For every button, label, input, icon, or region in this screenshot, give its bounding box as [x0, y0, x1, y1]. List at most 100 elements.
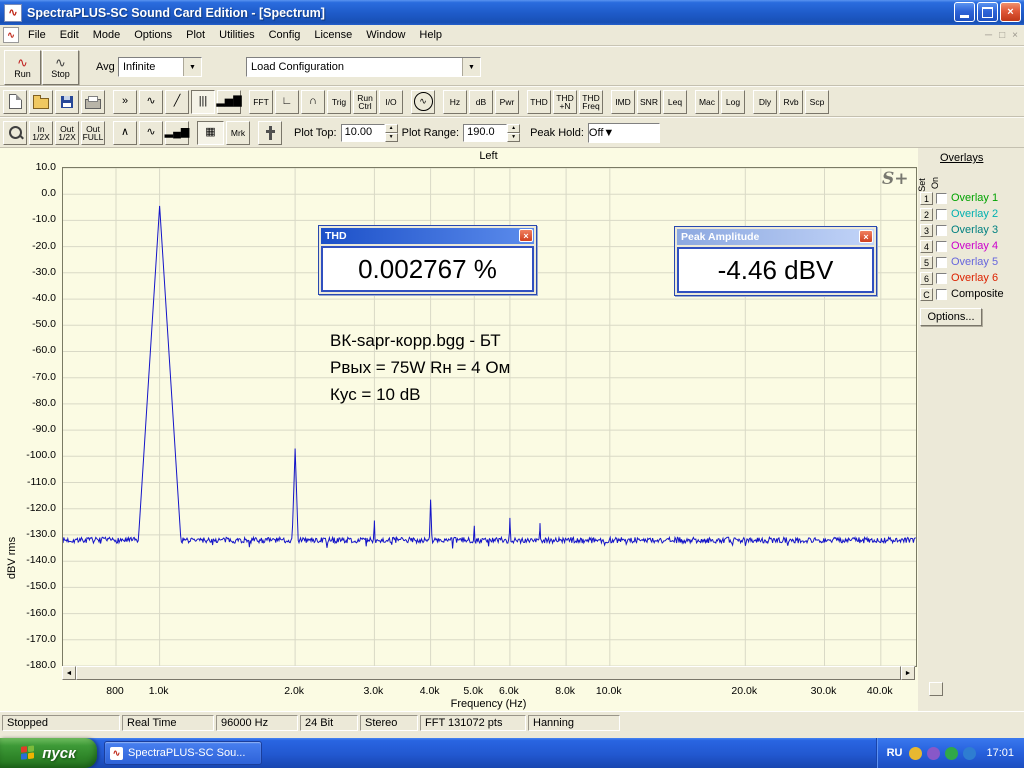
zoom-out-full-button[interactable]: Out FULL: [81, 120, 105, 145]
units-pwr-button[interactable]: Pwr: [495, 89, 519, 114]
close-icon[interactable]: ×: [519, 229, 533, 242]
replay-button[interactable]: »: [113, 89, 137, 114]
menu-file[interactable]: File: [21, 27, 53, 43]
menu-mode[interactable]: Mode: [86, 27, 128, 43]
scroll-right-icon[interactable]: ►: [901, 666, 915, 680]
start-button[interactable]: пуск: [0, 738, 97, 768]
scaling-button[interactable]: ∟: [275, 89, 299, 114]
taskbar-clock[interactable]: 17:01: [986, 747, 1014, 759]
peak-hold-dropdown[interactable]: Off ▼: [587, 122, 660, 143]
logging-button[interactable]: Log: [721, 89, 745, 114]
io-device-button[interactable]: I/O: [379, 89, 403, 114]
snr-button[interactable]: SNR: [637, 89, 661, 114]
close-icon[interactable]: ×: [859, 230, 873, 243]
thd-freq-button[interactable]: THD Freq: [579, 89, 603, 114]
minimize-button[interactable]: [954, 2, 975, 22]
spectrum-view-button[interactable]: |||: [191, 89, 215, 114]
overlay-checkbox-4[interactable]: [936, 241, 947, 252]
plot-top-spinner[interactable]: 10.00 ▲ ▼: [340, 123, 398, 142]
overlay-checkbox-1[interactable]: [936, 193, 947, 204]
mdi-minimize-icon[interactable]: ─: [985, 30, 992, 41]
menu-license[interactable]: License: [307, 27, 359, 43]
tray-icon-2[interactable]: [927, 746, 941, 760]
zoom-button[interactable]: [3, 120, 27, 145]
slider-button[interactable]: [258, 120, 282, 145]
spin-up-icon[interactable]: ▲: [384, 123, 398, 133]
overlay-set-button-C[interactable]: C: [920, 288, 933, 301]
time-series-view-button[interactable]: ∿: [139, 89, 163, 114]
overlay-set-button-6[interactable]: 6: [920, 272, 933, 285]
thd-plus-n-button[interactable]: THD +N: [553, 89, 577, 114]
overlay-checkbox-5[interactable]: [936, 257, 947, 268]
peak-cursor-button[interactable]: ∧: [113, 120, 137, 145]
panel-grip[interactable]: [929, 682, 943, 696]
menu-plot[interactable]: Plot: [179, 27, 212, 43]
scrollbar-thumb[interactable]: [76, 666, 901, 680]
units-db-button[interactable]: dB: [469, 89, 493, 114]
trigger-button[interactable]: Trig: [327, 89, 351, 114]
curve-display-button[interactable]: ∿: [139, 120, 163, 145]
spin-down-icon[interactable]: ▼: [384, 132, 398, 142]
overlay-set-button-1[interactable]: 1: [920, 192, 933, 205]
spin-up-icon[interactable]: ▲: [507, 123, 521, 133]
menu-window[interactable]: Window: [359, 27, 412, 43]
scroll-left-icon[interactable]: ◄: [62, 666, 76, 680]
reverb-button[interactable]: Rvb: [779, 89, 803, 114]
bar-display-button[interactable]: ▂▄▆: [165, 120, 189, 145]
save-button[interactable]: [55, 89, 79, 114]
zoom-in-half-button[interactable]: In 1/2X: [29, 120, 53, 145]
plot-h-scrollbar[interactable]: ◄ ►: [62, 666, 915, 680]
language-indicator[interactable]: RU: [887, 747, 903, 759]
leq-button[interactable]: Leq: [663, 89, 687, 114]
taskbar-task-spectraplus[interactable]: ∿ SpectraPLUS-SC Sou...: [104, 741, 262, 765]
spectrogram-view-button[interactable]: ▂▅▇: [216, 89, 242, 114]
tray-icon-1[interactable]: [909, 746, 923, 760]
stop-button[interactable]: ∿ Stop: [42, 50, 79, 85]
scope-button[interactable]: Scp: [805, 89, 829, 114]
plot-top-input[interactable]: 10.00: [340, 123, 385, 142]
signal-generator-button[interactable]: ∿: [411, 89, 435, 114]
thd-button[interactable]: THD: [527, 89, 551, 114]
peak-window-titlebar[interactable]: Peak Amplitude ×: [677, 229, 874, 245]
table-view-button[interactable]: ▦: [197, 120, 224, 145]
tray-icon-3[interactable]: [945, 746, 959, 760]
overlays-options-button[interactable]: Options...: [920, 308, 982, 326]
macro-button[interactable]: Mac: [695, 89, 719, 114]
dropdown-arrow-icon[interactable]: ▼: [183, 58, 201, 76]
overlay-set-button-4[interactable]: 4: [920, 240, 933, 253]
dropdown-arrow-icon[interactable]: ▼: [462, 58, 480, 76]
fft-settings-button[interactable]: FFT: [249, 89, 273, 114]
overlay-checkbox-3[interactable]: [936, 225, 947, 236]
overlay-set-button-2[interactable]: 2: [920, 208, 933, 221]
phase-view-button[interactable]: ╱: [165, 89, 189, 114]
run-control-button[interactable]: Run Ctrl: [353, 89, 377, 114]
overlay-checkbox-C[interactable]: [936, 289, 947, 300]
menu-config[interactable]: Config: [262, 27, 308, 43]
tray-icon-4[interactable]: [963, 746, 977, 760]
avg-dropdown[interactable]: Infinite ▼: [118, 57, 202, 77]
plot-range-spinner[interactable]: 190.0 ▲ ▼: [463, 123, 521, 142]
plot-range-input[interactable]: 190.0: [463, 123, 508, 142]
smoothing-window-button[interactable]: ∩: [301, 89, 325, 114]
thd-window-titlebar[interactable]: THD ×: [321, 228, 534, 244]
menu-utilities[interactable]: Utilities: [212, 27, 261, 43]
menu-options[interactable]: Options: [127, 27, 179, 43]
zoom-out-half-button[interactable]: Out 1/2X: [55, 120, 79, 145]
marker-button[interactable]: Mrk: [226, 120, 250, 145]
spin-down-icon[interactable]: ▼: [507, 132, 521, 142]
new-file-button[interactable]: [3, 89, 27, 114]
run-button[interactable]: ∿ Run: [4, 50, 41, 85]
mdi-child-icon[interactable]: ∿: [3, 27, 19, 43]
load-configuration-dropdown[interactable]: Load Configuration ▼: [246, 57, 481, 77]
menu-help[interactable]: Help: [412, 27, 449, 43]
print-button[interactable]: [81, 89, 105, 114]
mdi-close-icon[interactable]: ×: [1012, 30, 1018, 41]
delay-button[interactable]: Dly: [753, 89, 777, 114]
overlay-set-button-5[interactable]: 5: [920, 256, 933, 269]
units-hz-button[interactable]: Hz: [443, 89, 467, 114]
mdi-restore-icon[interactable]: □: [999, 30, 1005, 41]
overlay-checkbox-6[interactable]: [936, 273, 947, 284]
overlay-checkbox-2[interactable]: [936, 209, 947, 220]
restore-button[interactable]: [977, 2, 998, 22]
dropdown-arrow-icon[interactable]: ▼: [603, 127, 614, 139]
